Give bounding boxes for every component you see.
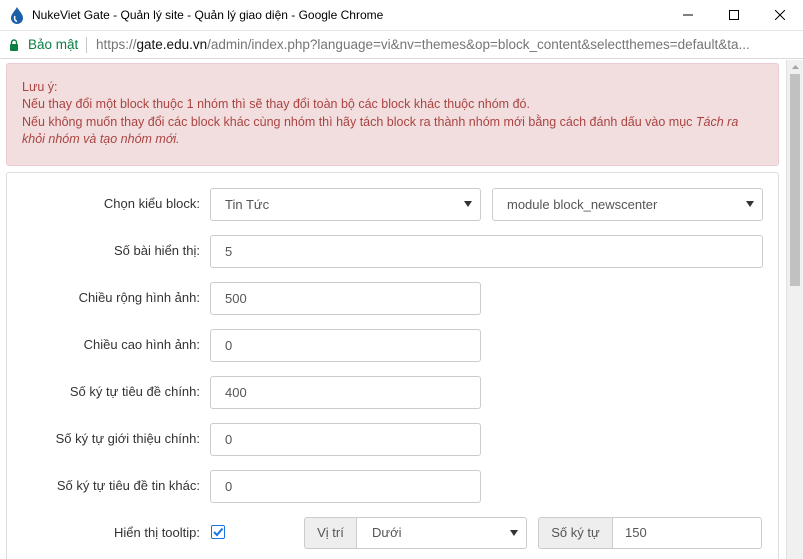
url-host: gate.edu.vn [136, 37, 208, 52]
url-text[interactable]: https://gate.edu.vn/admin/index.php?lang… [96, 37, 790, 52]
chars-addon: Số ký tự [538, 517, 613, 549]
num-articles-input[interactable]: 5 [210, 235, 763, 268]
other-title-chars-label: Số ký tự tiêu đề tin khác: [56, 478, 200, 493]
image-width-input[interactable]: 500 [210, 282, 481, 315]
window-title-bar: NukeViet Gate - Quản lý site - Quản lý g… [0, 0, 803, 31]
minimize-icon [683, 14, 693, 16]
check-icon [213, 527, 224, 537]
main-title-chars-input[interactable]: 400 [210, 376, 481, 409]
caret-down-icon [464, 201, 472, 207]
tooltip-chars-input[interactable]: 150 [613, 517, 762, 549]
tooltip-label: Hiển thị tooltip: [114, 525, 200, 540]
lock-icon [10, 39, 18, 51]
other-title-chars-value: 0 [225, 479, 233, 494]
main-intro-chars-label: Số ký tự giới thiệu chính: [55, 431, 200, 446]
image-width-label: Chiều rộng hình ảnh: [78, 290, 200, 305]
warning-alert: Lưu ý: Nếu thay đổi một block thuộc 1 nh… [6, 63, 779, 166]
image-height-label: Chiều cao hình ảnh: [83, 337, 200, 352]
block-file-select[interactable]: module block_newscenter [492, 188, 763, 221]
caret-down-icon [510, 530, 518, 536]
main-title-chars-value: 400 [225, 385, 247, 400]
close-icon [775, 10, 785, 20]
alert-heading: Lưu ý: [22, 80, 58, 94]
image-height-value: 0 [225, 338, 233, 353]
minimize-button[interactable] [665, 0, 711, 30]
scrollbar-thumb[interactable] [790, 74, 800, 286]
nukeviet-drop-icon [11, 7, 23, 24]
caret-down-icon [746, 201, 754, 207]
alert-line-2: Nếu không muốn thay đổi các block khác c… [22, 114, 763, 149]
module-select-value: Tin Tức [225, 197, 270, 212]
image-width-value: 500 [225, 291, 247, 306]
num-articles-label: Số bài hiển thị: [113, 243, 200, 258]
tooltip-checkbox[interactable] [211, 525, 225, 539]
window-title: NukeViet Gate - Quản lý site - Quản lý g… [32, 8, 384, 22]
close-button[interactable] [757, 0, 803, 30]
url-scheme: https:// [96, 37, 137, 52]
module-select[interactable]: Tin Tức [210, 188, 481, 221]
other-title-chars-input[interactable]: 0 [210, 470, 481, 503]
maximize-icon [729, 10, 739, 20]
url-path: /admin/index.php?language=vi&nv=themes&o… [207, 37, 750, 52]
image-height-input[interactable]: 0 [210, 329, 481, 362]
secure-label[interactable]: Bảo mật [28, 37, 78, 52]
main-title-chars-label: Số ký tự tiêu đề chính: [69, 384, 200, 399]
maximize-button[interactable] [711, 0, 757, 30]
position-addon: Vị trí [304, 517, 357, 549]
alert-line-1: Nếu thay đổi một block thuộc 1 nhóm thì … [22, 97, 530, 112]
alert-line-2-text: Nếu không muốn thay đổi các block khác c… [22, 114, 696, 129]
tooltip-chars-value: 150 [625, 525, 647, 540]
address-separator [86, 37, 87, 53]
vertical-scrollbar[interactable] [786, 60, 803, 559]
tooltip-position-value: Dưới [372, 525, 402, 540]
block-type-label: Chọn kiểu block: [103, 196, 200, 211]
address-bar[interactable]: Bảo mật https://gate.edu.vn/admin/index.… [0, 31, 803, 59]
num-articles-value: 5 [225, 244, 233, 259]
scroll-up-arrow-icon[interactable] [787, 62, 803, 72]
main-intro-chars-value: 0 [225, 432, 233, 447]
tooltip-position-select[interactable]: Dưới [357, 517, 527, 549]
block-file-select-value: module block_newscenter [507, 197, 658, 212]
main-intro-chars-input[interactable]: 0 [210, 423, 481, 456]
